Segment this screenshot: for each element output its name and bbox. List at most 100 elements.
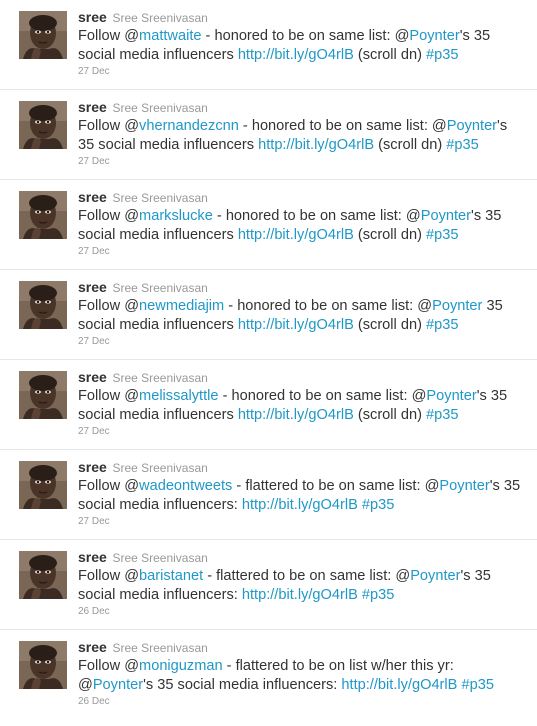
mention-link[interactable]: vhernandezcnn [139,118,239,134]
full-name: Sree Sreenivasan [112,371,208,385]
hashtag-link[interactable]: #p35 [362,497,394,513]
avatar[interactable] [19,11,67,59]
tweet-content: sree Sree Sreenivasan Follow @markslucke… [78,189,523,259]
hashtag-link[interactable]: #p35 [426,227,458,243]
tweet-content: sree Sree Sreenivasan Follow @mattwaite … [78,9,523,79]
portrait-image [19,191,67,239]
avatar[interactable] [19,191,67,239]
tweet-timeline: sree Sree Sreenivasan Follow @mattwaite … [0,0,537,720]
url-link[interactable]: http://bit.ly/gO4rlB [242,587,358,603]
tweet-text: Follow @wadeontweets - flattered to be o… [78,477,523,515]
hashtag-link[interactable]: #p35 [446,137,478,153]
screen-name-link[interactable]: sree [78,9,107,25]
tweet-text-segment: - flattered to be on same list: @ [203,568,411,584]
avatar[interactable] [19,641,67,689]
tweet-text: Follow @mattwaite - honored to be on sam… [78,27,523,65]
hashtag-link[interactable]: #p35 [426,47,458,63]
avatar[interactable] [19,461,67,509]
tweet-text-segment: (scroll dn) [374,137,447,153]
tweet-header: sree Sree Sreenivasan [78,9,523,26]
portrait-image [19,371,67,419]
tweet-text-segment: Follow @ [78,388,140,404]
hashtag-link[interactable]: #p35 [426,317,458,333]
mention-link[interactable]: Poynter [447,118,497,134]
timestamp-link[interactable]: 27 Dec [78,425,523,439]
tweet-text-segment: - flattered to be on same list: @ [232,478,440,494]
url-link[interactable]: http://bit.ly/gO4rlB [258,137,374,153]
mention-link[interactable]: newmediajim [139,298,224,314]
url-link[interactable]: http://bit.ly/gO4rlB [238,227,354,243]
url-link[interactable]: http://bit.ly/gO4rlB [341,677,457,693]
tweet-text-segment: - honored to be on same list: @ [218,388,427,404]
mention-link[interactable]: wadeontweets [139,478,232,494]
full-name: Sree Sreenivasan [112,11,208,25]
tweet-item: sree Sree Sreenivasan Follow @newmediaji… [0,270,537,360]
tweet-text-segment: Follow @ [78,478,140,494]
timestamp-link[interactable]: 27 Dec [78,515,523,529]
tweet-header: sree Sree Sreenivasan [78,549,523,566]
hashtag-link[interactable]: #p35 [426,407,458,423]
mention-link[interactable]: moniguzman [139,658,223,674]
tweet-item: sree Sree Sreenivasan Follow @wadeontwee… [0,450,537,540]
screen-name-link[interactable]: sree [78,639,107,655]
tweet-content: sree Sree Sreenivasan Follow @moniguzman… [78,639,523,709]
mention-link[interactable]: baristanet [139,568,203,584]
screen-name-link[interactable]: sree [78,369,107,385]
tweet-item: sree Sree Sreenivasan Follow @moniguzman… [0,630,537,720]
mention-link[interactable]: Poynter [432,298,482,314]
portrait-image [19,551,67,599]
tweet-text-segment: - honored to be on same list: @ [212,208,421,224]
mention-link[interactable]: Poynter [421,208,471,224]
portrait-image [19,281,67,329]
tweet-item: sree Sree Sreenivasan Follow @mattwaite … [0,0,537,90]
tweet-text: Follow @markslucke - honored to be on sa… [78,207,523,245]
timestamp-link[interactable]: 27 Dec [78,335,523,349]
tweet-text-segment: (scroll dn) [353,317,426,333]
avatar[interactable] [19,371,67,419]
full-name: Sree Sreenivasan [112,461,208,475]
mention-link[interactable]: mattwaite [139,28,201,44]
tweet-text: Follow @baristanet - flattered to be on … [78,567,523,605]
hashtag-link[interactable]: #p35 [461,677,493,693]
tweet-header: sree Sree Sreenivasan [78,279,523,296]
url-link[interactable]: http://bit.ly/gO4rlB [238,407,354,423]
mention-link[interactable]: melissalyttle [139,388,218,404]
tweet-text: Follow @newmediajim - honored to be on s… [78,297,523,335]
screen-name-link[interactable]: sree [78,549,107,565]
hashtag-link[interactable]: #p35 [362,587,394,603]
screen-name-link[interactable]: sree [78,279,107,295]
tweet-text-segment: - honored to be on same list: @ [238,118,447,134]
mention-link[interactable]: Poynter [426,388,476,404]
tweet-text-segment: - honored to be on same list: @ [224,298,433,314]
tweet-header: sree Sree Sreenivasan [78,99,523,116]
mention-link[interactable]: Poynter [93,677,143,693]
tweet-header: sree Sree Sreenivasan [78,189,523,206]
avatar[interactable] [19,101,67,149]
mention-link[interactable]: Poynter [409,28,459,44]
tweet-text: Follow @melissalyttle - honored to be on… [78,387,523,425]
tweet-text-segment: Follow @ [78,118,140,134]
tweet-text: Follow @vhernandezcnn - honored to be on… [78,117,523,155]
tweet-text-segment: (scroll dn) [353,47,426,63]
url-link[interactable]: http://bit.ly/gO4rlB [242,497,358,513]
url-link[interactable]: http://bit.ly/gO4rlB [238,47,354,63]
screen-name-link[interactable]: sree [78,459,107,475]
timestamp-link[interactable]: 27 Dec [78,155,523,169]
tweet-item: sree Sree Sreenivasan Follow @baristanet… [0,540,537,630]
timestamp-link[interactable]: 27 Dec [78,245,523,259]
mention-link[interactable]: Poynter [439,478,489,494]
timestamp-link[interactable]: 26 Dec [78,695,523,709]
screen-name-link[interactable]: sree [78,189,107,205]
avatar[interactable] [19,551,67,599]
screen-name-link[interactable]: sree [78,99,107,115]
tweet-text-segment: Follow @ [78,658,140,674]
mention-link[interactable]: Poynter [410,568,460,584]
timestamp-link[interactable]: 27 Dec [78,65,523,79]
url-link[interactable]: http://bit.ly/gO4rlB [238,317,354,333]
avatar[interactable] [19,281,67,329]
timestamp-link[interactable]: 26 Dec [78,605,523,619]
tweet-content: sree Sree Sreenivasan Follow @vhernandez… [78,99,523,169]
tweet-text-segment: Follow @ [78,28,140,44]
tweet-header: sree Sree Sreenivasan [78,639,523,656]
mention-link[interactable]: markslucke [139,208,213,224]
